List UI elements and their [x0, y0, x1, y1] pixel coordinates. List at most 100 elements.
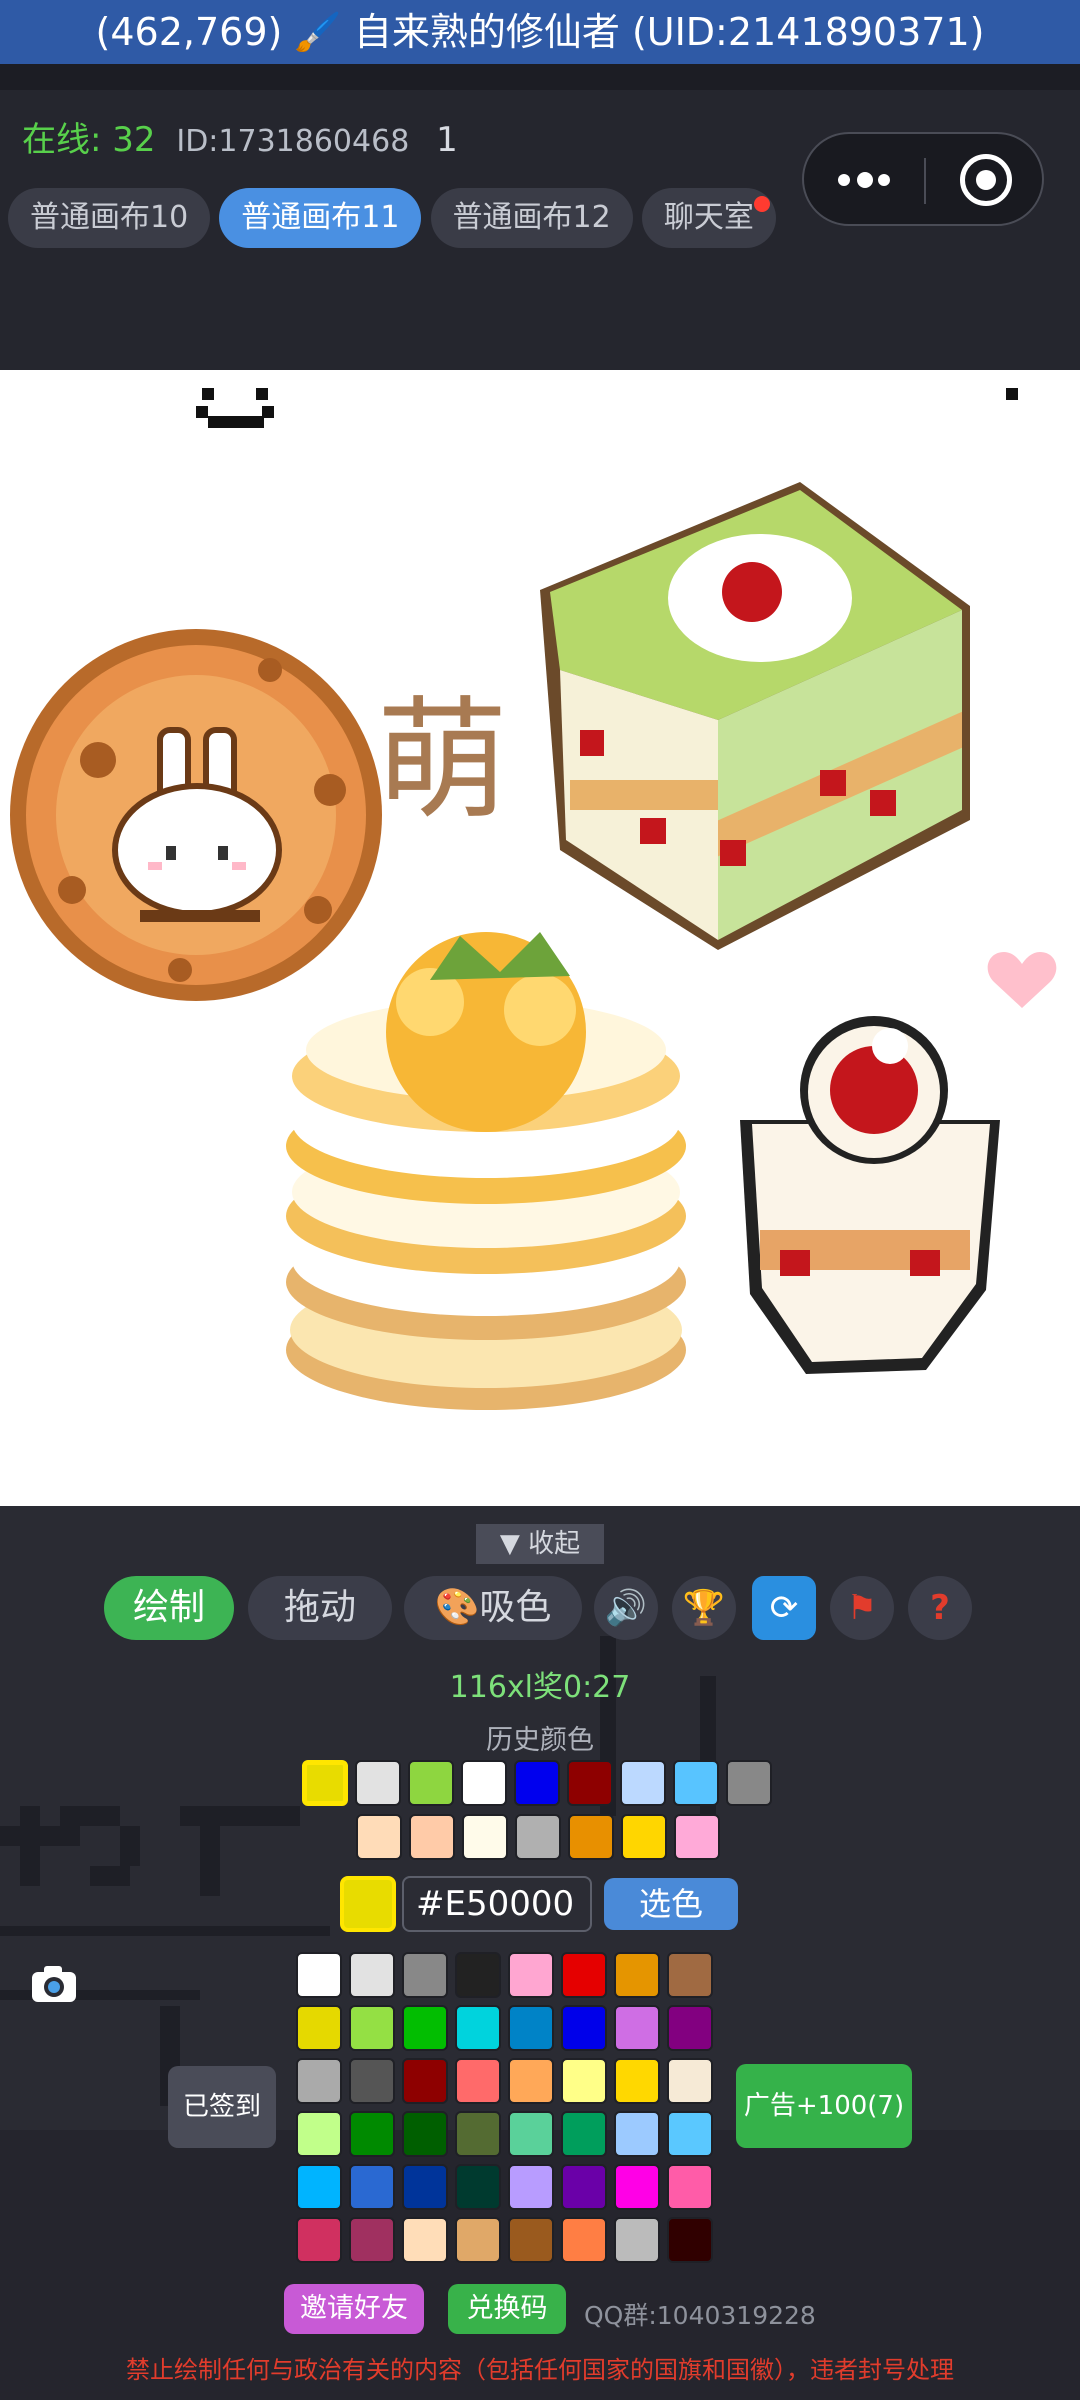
pancake-art: [286, 932, 686, 1410]
palette-color-swatch[interactable]: [296, 2111, 342, 2157]
palette-color-swatch[interactable]: [349, 2005, 395, 2051]
canvas-art: 萌: [10, 388, 1057, 1410]
palette-color-swatch[interactable]: [508, 2058, 554, 2104]
palette-color-swatch[interactable]: [508, 2005, 554, 2051]
palette-color-swatch[interactable]: [455, 2111, 501, 2157]
palette-color-swatch[interactable]: [349, 2217, 395, 2263]
palette-color-swatch[interactable]: [667, 2005, 713, 2051]
palette-color-swatch[interactable]: [508, 1952, 554, 1998]
history-color-swatch[interactable]: [514, 1760, 560, 1806]
redeem-label: 兑换码: [466, 2293, 548, 2324]
palette-color-swatch[interactable]: [455, 1952, 501, 1998]
history-color-swatch[interactable]: [409, 1814, 455, 1860]
more-icon[interactable]: [838, 170, 892, 192]
tab-canvas-11[interactable]: 普通画布11: [219, 188, 422, 248]
tab-canvas-10[interactable]: 普通画布10: [8, 188, 211, 248]
hex-color-input[interactable]: #E50000: [402, 1876, 592, 1932]
history-color-swatch[interactable]: [302, 1760, 348, 1806]
palette-color-swatch[interactable]: [296, 1952, 342, 1998]
palette-color-swatch[interactable]: [402, 1952, 448, 1998]
history-color-swatch[interactable]: [461, 1760, 507, 1806]
heart-art: [987, 952, 1057, 1008]
redeem-code-button[interactable]: 兑换码: [448, 2284, 566, 2334]
palette-color-swatch[interactable]: [296, 2217, 342, 2263]
palette-color-swatch[interactable]: [667, 2164, 713, 2210]
palette-color-swatch[interactable]: [296, 2164, 342, 2210]
palette-color-swatch[interactable]: [508, 2217, 554, 2263]
leaderboard-button[interactable]: 🏆: [672, 1576, 736, 1640]
pixel-canvas[interactable]: 萌: [0, 370, 1080, 1506]
history-color-swatch[interactable]: [355, 1760, 401, 1806]
palette-color-swatch[interactable]: [614, 2164, 660, 2210]
policy-warning: 禁止绘制任何与政治有关的内容（包括任何国家的国旗和国徽），违者封号处理: [126, 2356, 954, 2384]
choose-color-button[interactable]: 选色: [604, 1878, 738, 1930]
palette-color-swatch[interactable]: [561, 2058, 607, 2104]
history-color-swatch[interactable]: [568, 1814, 614, 1860]
palette-color-swatch[interactable]: [402, 2217, 448, 2263]
invite-friends-button[interactable]: 邀请好友: [284, 2284, 424, 2334]
palette-color-swatch[interactable]: [667, 1952, 713, 1998]
history-color-swatch[interactable]: [620, 1760, 666, 1806]
tab-label: 普通画布12: [452, 200, 611, 235]
drag-label: 拖动: [283, 1587, 356, 1628]
close-miniprogram-icon[interactable]: [960, 154, 1012, 206]
palette-color-swatch[interactable]: [349, 2058, 395, 2104]
palette-color-swatch[interactable]: [614, 2005, 660, 2051]
signed-label: 已签到: [182, 2092, 261, 2122]
tab-chat-room[interactable]: 聊天室: [641, 188, 776, 248]
palette-color-swatch[interactable]: [349, 2164, 395, 2210]
collapse-label: ▼ 收起: [499, 1529, 581, 1559]
history-color-swatch[interactable]: [408, 1760, 454, 1806]
palette-color-swatch[interactable]: [561, 2111, 607, 2157]
draw-mode-button[interactable]: 绘制: [104, 1576, 234, 1640]
palette-color-swatch[interactable]: [614, 2217, 660, 2263]
capsule-divider: [924, 158, 926, 204]
history-color-swatch[interactable]: [726, 1760, 772, 1806]
ad-reward-button[interactable]: 广告+100(7): [736, 2064, 912, 2148]
palette-color-swatch[interactable]: [667, 2217, 713, 2263]
palette-color-swatch[interactable]: [561, 2005, 607, 2051]
refresh-button[interactable]: ⟳: [752, 1576, 816, 1640]
eyedropper-button[interactable]: 🎨吸色: [404, 1576, 582, 1640]
palette-color-swatch[interactable]: [349, 2111, 395, 2157]
history-color-swatch[interactable]: [356, 1814, 402, 1860]
signed-in-button[interactable]: 已签到: [168, 2066, 276, 2148]
history-color-swatch[interactable]: [462, 1814, 508, 1860]
palette-color-swatch[interactable]: [455, 2058, 501, 2104]
drag-mode-button[interactable]: 拖动: [248, 1576, 392, 1640]
history-color-swatch[interactable]: [621, 1814, 667, 1860]
palette-color-swatch[interactable]: [455, 2164, 501, 2210]
palette-color-swatch[interactable]: [402, 2005, 448, 2051]
palette-color-swatch[interactable]: [614, 1952, 660, 1998]
palette-color-swatch[interactable]: [614, 2058, 660, 2104]
help-button[interactable]: ?: [908, 1576, 972, 1640]
camera-icon[interactable]: [30, 1964, 78, 2004]
tab-canvas-12[interactable]: 普通画布12: [430, 188, 633, 248]
qq-group-text: QQ群:1040319228: [584, 2301, 816, 2330]
palette-color-swatch[interactable]: [455, 2217, 501, 2263]
history-color-swatch[interactable]: [567, 1760, 613, 1806]
palette-color-swatch[interactable]: [349, 1952, 395, 1998]
unread-badge: [753, 196, 770, 212]
palette-color-swatch[interactable]: [296, 2058, 342, 2104]
palette-color-swatch[interactable]: [667, 2058, 713, 2104]
history-color-swatch[interactable]: [674, 1814, 720, 1860]
history-color-swatch[interactable]: [515, 1814, 561, 1860]
palette-color-swatch[interactable]: [455, 2005, 501, 2051]
palette-color-swatch[interactable]: [508, 2164, 554, 2210]
history-color-swatch[interactable]: [673, 1760, 719, 1806]
palette-color-swatch[interactable]: [508, 2111, 554, 2157]
collapse-button[interactable]: ▼ 收起: [476, 1524, 604, 1564]
palette-color-swatch[interactable]: [614, 2111, 660, 2157]
palette-color-swatch[interactable]: [561, 2164, 607, 2210]
palette-color-swatch[interactable]: [402, 2164, 448, 2210]
flag-icon: ⚑: [846, 1588, 878, 1628]
palette-color-swatch[interactable]: [561, 1952, 607, 1998]
report-button[interactable]: ⚑: [830, 1576, 894, 1640]
palette-color-swatch[interactable]: [667, 2111, 713, 2157]
palette-color-swatch[interactable]: [402, 2058, 448, 2104]
sound-button[interactable]: 🔊: [594, 1576, 658, 1640]
palette-color-swatch[interactable]: [561, 2217, 607, 2263]
palette-color-swatch[interactable]: [296, 2005, 342, 2051]
palette-color-swatch[interactable]: [402, 2111, 448, 2157]
